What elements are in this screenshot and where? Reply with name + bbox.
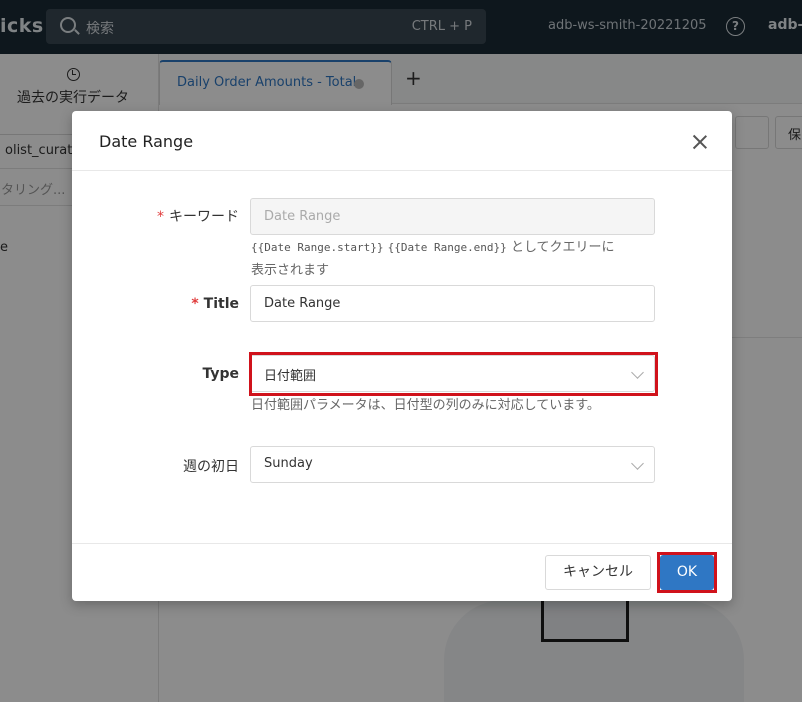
parameter-dialog: Date Range *キーワード {{Date Range.start}} {…	[72, 111, 732, 601]
first-day-label: 週の初日	[183, 459, 239, 475]
keyword-label: * キーワード	[157, 209, 239, 225]
type-label: Type	[202, 366, 239, 382]
keyword-hint: {{Date Range.start}} {{Date Range.end}} …	[251, 240, 615, 278]
chevron-down-icon	[631, 366, 644, 379]
title-input[interactable]	[250, 285, 655, 322]
chevron-down-icon	[631, 457, 644, 470]
type-hint: 日付範囲パラメータは、日付型の列のみに対応しています。	[251, 398, 600, 413]
title-label: * Title	[191, 296, 239, 312]
type-select[interactable]: 日付範囲	[250, 355, 655, 392]
dialog-footer: キャンセル OK	[72, 543, 732, 601]
ok-button[interactable]: OK	[660, 555, 714, 590]
close-icon[interactable]	[692, 134, 708, 150]
type-select-value: 日付範囲	[264, 369, 317, 384]
first-day-value: Sunday	[264, 456, 313, 471]
dialog-header: Date Range	[72, 111, 732, 171]
first-day-select[interactable]: Sunday	[250, 446, 655, 483]
cancel-button[interactable]: キャンセル	[545, 555, 651, 590]
keyword-input[interactable]	[250, 198, 655, 235]
dialog-title: Date Range	[99, 132, 194, 151]
